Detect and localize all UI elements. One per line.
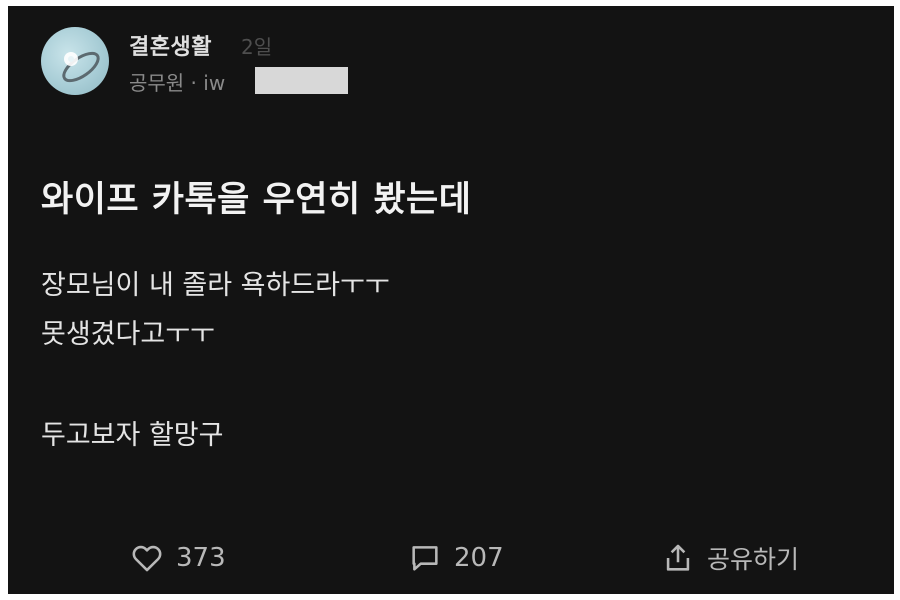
comment-count: 207: [454, 543, 504, 573]
redaction-box: [255, 67, 348, 94]
share-icon: [661, 541, 695, 575]
author-info: 공무원 · iw: [129, 71, 226, 95]
board-avatar[interactable]: [41, 27, 109, 95]
comment-bubble-icon: [408, 541, 442, 575]
like-button[interactable]: 373: [130, 538, 226, 578]
screenshot-frame: 결혼생활 2일 공무원 · iw 와이프 카톡을 우연히 봤는데 장모님이 내 …: [0, 0, 900, 600]
post-body-line: 못생겼다고ㅜㅜ: [41, 319, 215, 350]
post-time: 2일: [241, 35, 273, 59]
post-body-line: 장모님이 내 졸라 욕하드라ㅜㅜ: [41, 270, 390, 301]
post-screen: 결혼생활 2일 공무원 · iw 와이프 카톡을 우연히 봤는데 장모님이 내 …: [8, 6, 894, 594]
post-body-line: 두고보자 할망구: [41, 420, 224, 451]
comment-button[interactable]: 207: [408, 538, 504, 578]
heart-icon: [130, 541, 164, 575]
ring-image: [62, 51, 100, 83]
share-button[interactable]: 공유하기: [661, 538, 799, 578]
board-name[interactable]: 결혼생활: [129, 29, 212, 61]
like-count: 373: [176, 543, 226, 573]
share-label: 공유하기: [707, 545, 800, 574]
post-title: 와이프 카톡을 우연히 봤는데: [41, 180, 472, 220]
